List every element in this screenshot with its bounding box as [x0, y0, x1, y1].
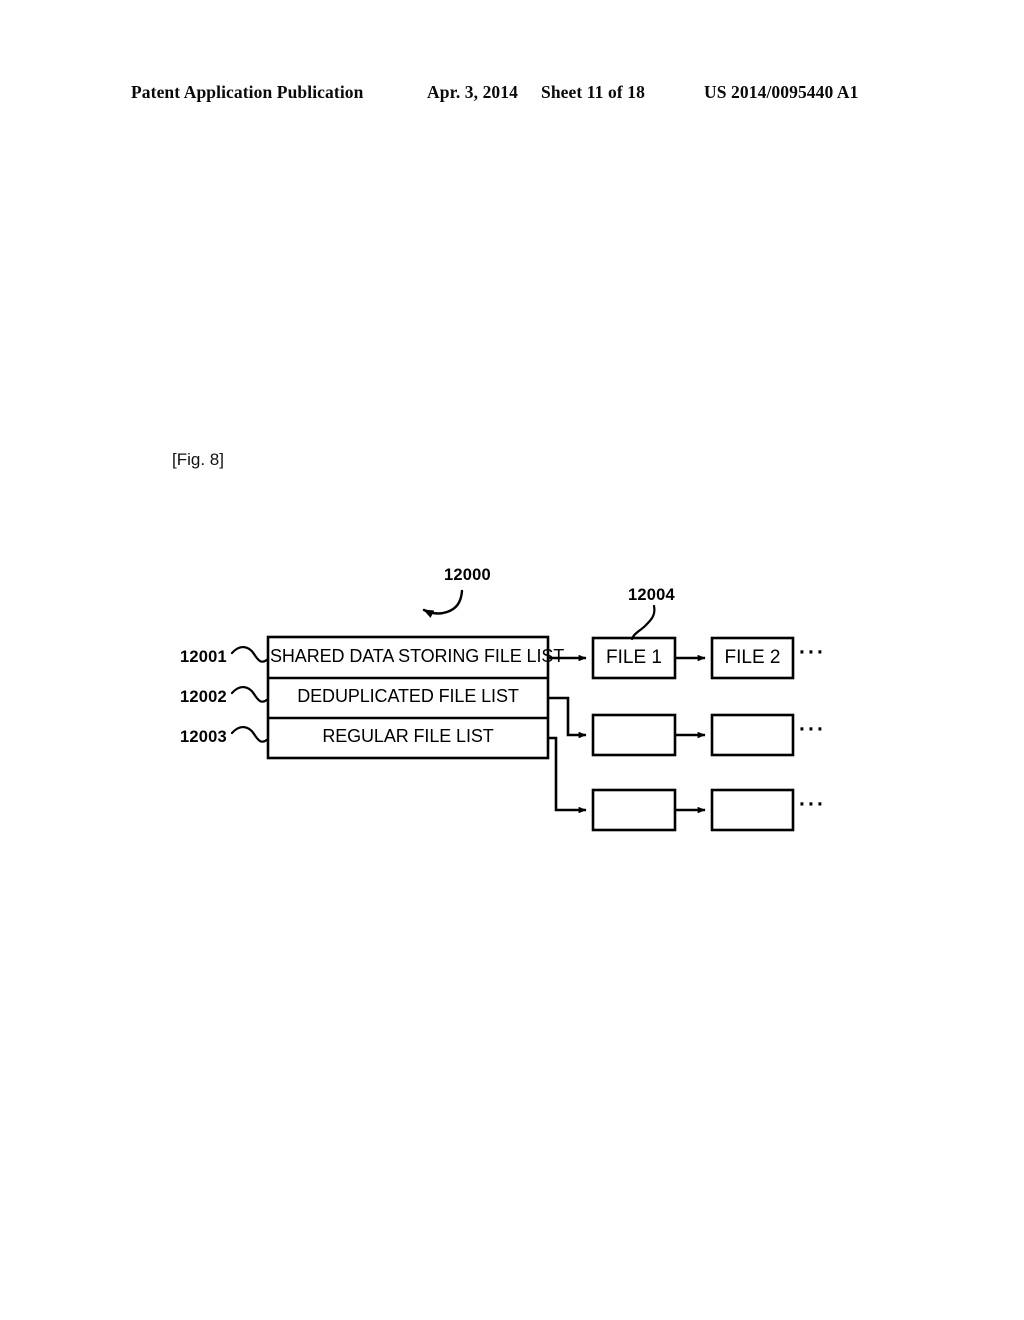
figure-label: [Fig. 8] — [172, 450, 224, 469]
leader-line-12004 — [630, 604, 656, 641]
chain-continuation-ellipsis-row-1: ··· — [799, 641, 826, 664]
chain-row-2 — [548, 696, 795, 757]
header-patent-number: US 2014/0095440 A1 — [704, 82, 859, 102]
list-row-label-deduplicated-file-list: DEDUPLICATED FILE LIST — [297, 686, 519, 706]
reference-numeral-12000: 12000 — [444, 566, 491, 584]
leader-arrow-12000 — [422, 589, 464, 619]
reference-numeral-12001: 12001 — [180, 648, 227, 666]
leader-line-12001 — [230, 646, 270, 663]
chain-continuation-ellipsis-row-3: ··· — [799, 793, 826, 816]
list-row-label-regular-file-list: REGULAR FILE LIST — [322, 726, 494, 746]
header-publication-title: Patent Application Publication — [131, 82, 364, 102]
header-publication-date: Apr. 3, 2014 — [427, 82, 518, 102]
reference-numeral-12004: 12004 — [628, 586, 675, 604]
leader-line-12003 — [230, 726, 270, 743]
chain-continuation-ellipsis-row-2: ··· — [799, 718, 826, 741]
reference-numeral-12003: 12003 — [180, 728, 227, 746]
file-node-label-file-1: FILE 1 — [606, 647, 662, 668]
chain-row-3 — [548, 736, 795, 832]
page-header: Patent Application Publication Apr. 3, 2… — [0, 82, 1024, 112]
leader-line-12002 — [230, 686, 270, 703]
list-row-label-shared-data-storing-file-list: SHARED DATA STORING FILE LIST — [270, 646, 565, 666]
header-sheet-number: Sheet 11 of 18 — [541, 82, 645, 102]
reference-numeral-12002: 12002 — [180, 688, 227, 706]
file-node-label-file-2: FILE 2 — [724, 647, 781, 668]
